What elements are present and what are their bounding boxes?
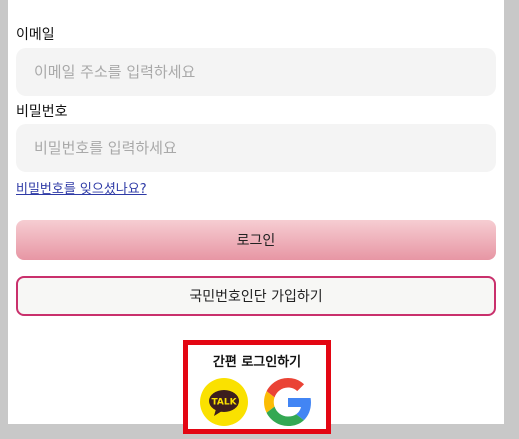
- password-label: 비밀번호: [16, 104, 68, 120]
- social-login-highlight: 간편 로그인하기 TALK: [183, 340, 331, 434]
- kakao-talk-icon[interactable]: TALK: [200, 378, 248, 426]
- kakao-talk-label: TALK: [211, 398, 237, 408]
- password-field[interactable]: [16, 124, 496, 172]
- email-label: 이메일: [16, 27, 55, 43]
- email-field[interactable]: [16, 48, 496, 96]
- signup-button[interactable]: 국민번호인단 가입하기: [16, 276, 496, 316]
- login-button[interactable]: 로그인: [16, 220, 496, 260]
- google-icon[interactable]: [264, 378, 312, 426]
- social-login-title: 간편 로그인하기: [212, 355, 302, 370]
- forgot-password-link[interactable]: 비밀번호를 잊으셨나요?: [16, 178, 147, 197]
